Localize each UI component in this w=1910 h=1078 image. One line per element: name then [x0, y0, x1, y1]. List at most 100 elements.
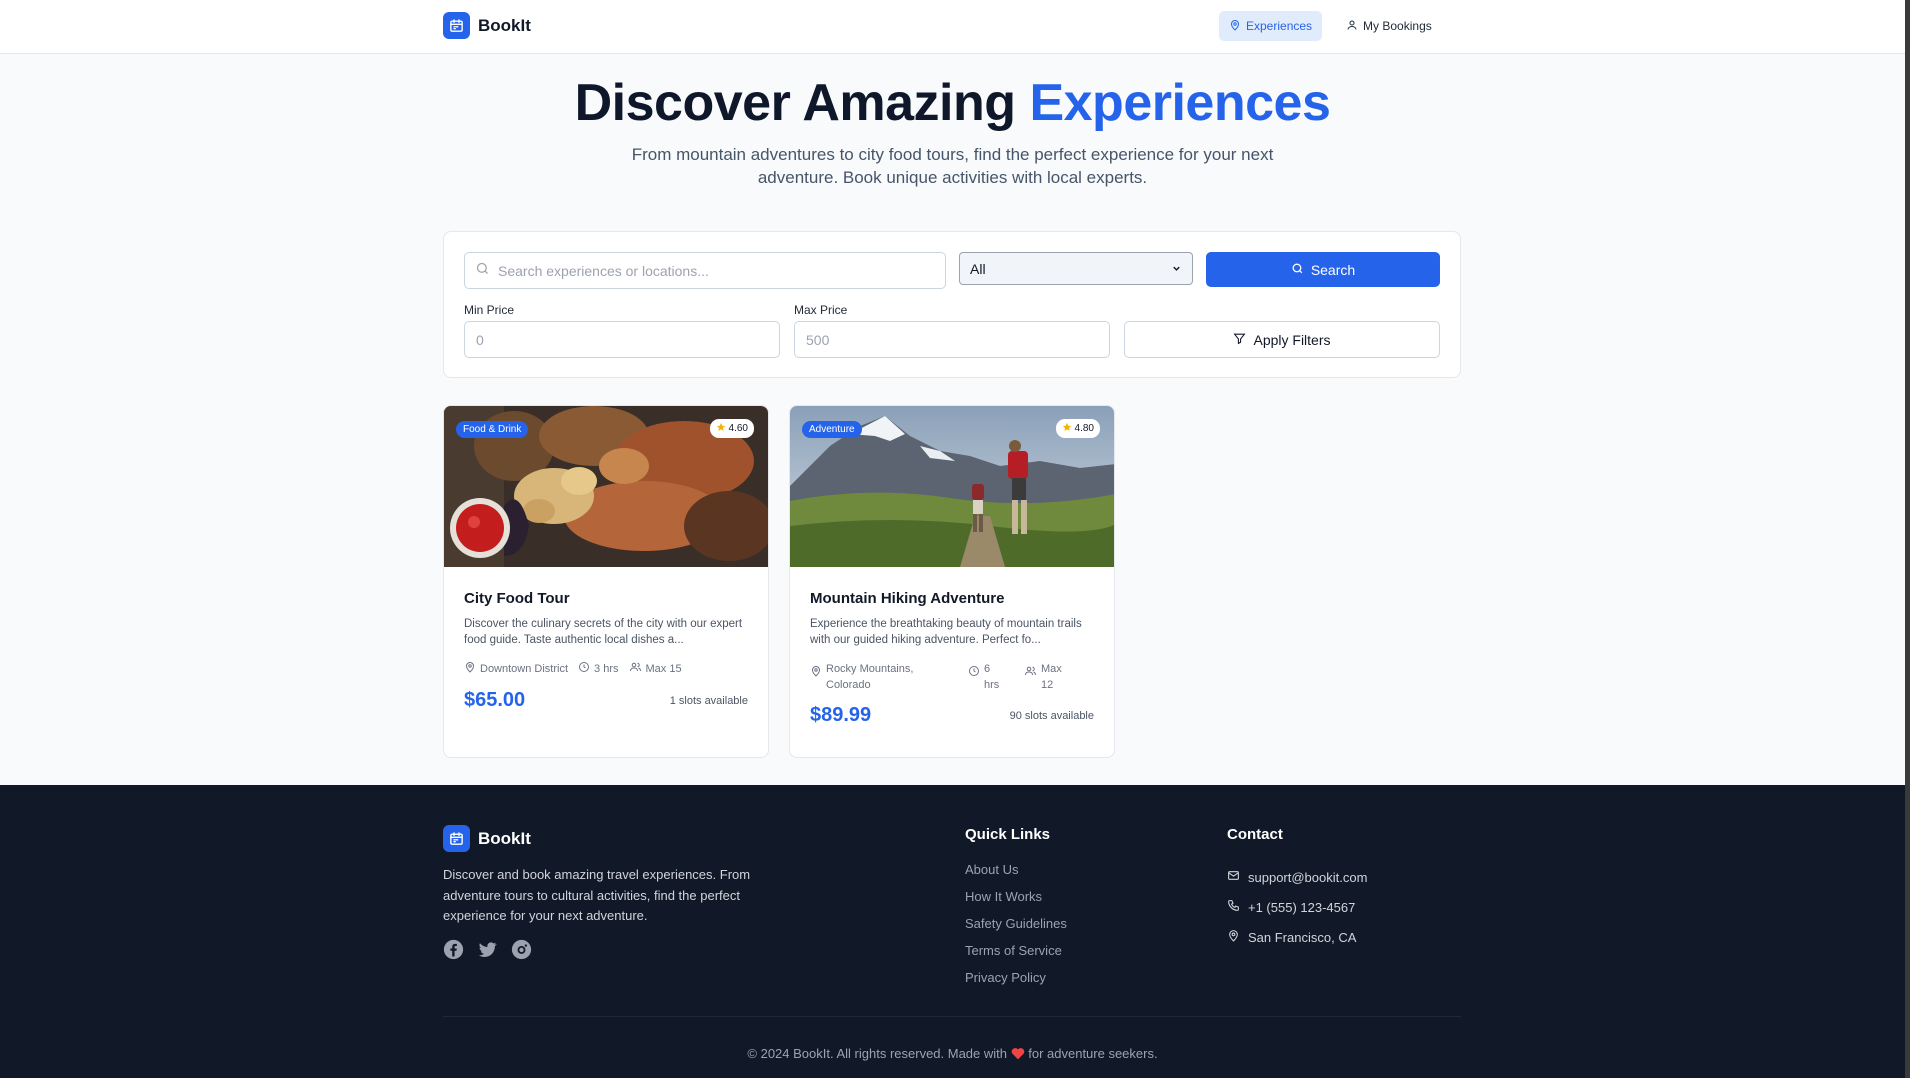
copyright-text-before: © 2024 BookIt. All rights reserved. Made…: [747, 1046, 1011, 1061]
category-select[interactable]: All: [959, 252, 1193, 285]
max-price-label: Max Price: [794, 303, 848, 317]
footer-link-privacy[interactable]: Privacy Policy: [965, 970, 1067, 997]
duration-text: 6 hrs: [984, 663, 1000, 691]
scrollbar[interactable]: [1905, 0, 1910, 1078]
copyright-text-after: for adventure seekers.: [1024, 1046, 1158, 1061]
rating-value: 4.80: [1074, 423, 1094, 434]
apply-filters-button[interactable]: Apply Filters: [1124, 321, 1440, 358]
experience-price: $89.99: [810, 704, 872, 726]
max-price-input[interactable]: 500: [794, 321, 1110, 358]
search-icon: [475, 261, 490, 281]
search-button[interactable]: Search: [1206, 252, 1440, 287]
chevron-down-icon: [1171, 261, 1182, 277]
capacity-meta: Max 15: [629, 661, 682, 678]
duration-meta: 3 hrs: [578, 661, 619, 678]
search-button-label: Search: [1310, 261, 1356, 278]
footer-divider: [443, 1016, 1461, 1017]
star-icon: [716, 422, 726, 435]
footer: BookIt Discover and book amazing travel …: [0, 785, 1905, 1078]
copyright: © 2024 BookIt. All rights reserved. Made…: [0, 1046, 1905, 1063]
nav-experiences-label: Experiences: [1246, 19, 1313, 33]
footer-link-about[interactable]: About Us: [965, 862, 1067, 889]
users-icon: [1024, 665, 1037, 682]
price-row: $65.00 1 slots available: [464, 689, 748, 712]
experience-meta: Downtown District 3 hrs Max 15: [464, 661, 748, 678]
instagram-icon[interactable]: [511, 939, 532, 960]
footer-description: Discover and book amazing travel experie…: [443, 867, 751, 923]
search-field[interactable]: [464, 252, 946, 289]
max-price-placeholder: 500: [806, 331, 830, 348]
experience-price: $65.00: [464, 689, 526, 711]
rating-value: 4.60: [728, 423, 748, 434]
heart-icon: [1011, 1047, 1025, 1063]
social-links: [443, 939, 532, 960]
twitter-icon[interactable]: [477, 939, 498, 960]
experience-image: Food & Drink 4.60: [444, 406, 768, 567]
rating-badge: 4.60: [709, 419, 754, 438]
location-meta: Rocky Mountains, Colorado: [810, 661, 968, 693]
contact-email[interactable]: support@bookit.com: [1227, 862, 1367, 892]
apply-filters-label: Apply Filters: [1253, 331, 1331, 348]
filter-icon: [1233, 332, 1246, 348]
brand-logo[interactable]: BookIt: [443, 12, 531, 39]
facebook-icon[interactable]: [443, 939, 464, 960]
calendar-icon: [443, 825, 470, 852]
location-meta: Downtown District: [464, 661, 568, 678]
map-pin-icon: [1227, 929, 1240, 945]
contact-list: support@bookit.com +1 (555) 123-4567 San…: [1227, 862, 1367, 952]
contact-location-text: San Francisco, CA: [1248, 929, 1357, 945]
min-price-input[interactable]: 0: [464, 321, 780, 358]
contact-location: San Francisco, CA: [1227, 922, 1367, 952]
hero-title: Discover Amazing Experiences: [0, 73, 1905, 133]
min-price-placeholder: 0: [476, 331, 484, 348]
user-icon: [1346, 19, 1358, 34]
quick-links-heading: Quick Links: [965, 826, 1051, 843]
phone-icon: [1227, 899, 1240, 915]
hero-subtitle: From mountain adventures to city food to…: [631, 145, 1274, 187]
duration-meta: 6 hrs: [968, 661, 1024, 693]
experience-image: Adventure 4.80: [790, 406, 1114, 567]
hero-title-main: Discover Amazing: [574, 74, 1030, 132]
experience-card[interactable]: Adventure 4.80 Mountain Hiking Adventure…: [789, 405, 1115, 758]
footer-brand[interactable]: BookIt: [443, 825, 531, 852]
map-pin-icon: [464, 661, 476, 678]
nav-experiences[interactable]: Experiences: [1219, 11, 1323, 41]
users-icon: [629, 661, 642, 678]
rating-badge: 4.80: [1055, 419, 1100, 438]
hero-title-accent: Experiences: [1029, 74, 1331, 132]
clock-icon: [968, 665, 980, 682]
capacity-meta: Max 12: [1024, 661, 1069, 693]
nav-my-bookings-label: My Bookings: [1363, 19, 1432, 33]
footer-link-how-it-works[interactable]: How It Works: [965, 889, 1067, 916]
category-badge: Food & Drink: [456, 421, 529, 438]
experience-title: City Food Tour: [464, 590, 570, 607]
map-pin-icon: [1229, 19, 1241, 34]
search-input[interactable]: [498, 262, 918, 279]
experience-title: Mountain Hiking Adventure: [810, 590, 1005, 607]
min-price-label: Min Price: [464, 303, 515, 317]
main-nav: Experiences My Bookings: [1219, 11, 1442, 41]
duration-text: 3 hrs: [594, 663, 619, 675]
filter-panel: All Search Min Price 0 Max Price 500 App…: [443, 231, 1461, 378]
contact-email-text: support@bookit.com: [1248, 869, 1368, 885]
footer-link-terms[interactable]: Terms of Service: [965, 943, 1067, 970]
nav-my-bookings[interactable]: My Bookings: [1336, 11, 1442, 41]
contact-heading: Contact: [1227, 826, 1283, 843]
experience-card[interactable]: Food & Drink 4.60 City Food Tour Discove…: [443, 405, 769, 758]
search-icon: [1291, 262, 1304, 278]
category-badge: Adventure: [802, 421, 862, 438]
footer-brand-name: BookIt: [478, 828, 531, 848]
location-text: Rocky Mountains, Colorado: [826, 663, 914, 691]
price-row: $89.99 90 slots available: [810, 704, 1094, 727]
brand-name: BookIt: [478, 15, 531, 35]
card-body: City Food Tour Discover the culinary sec…: [444, 590, 768, 712]
experience-description: Experience the breathtaking beauty of mo…: [810, 618, 1082, 646]
slots-available: 90 slots available: [1009, 709, 1094, 722]
experience-description: Discover the culinary secrets of the cit…: [464, 618, 743, 646]
footer-link-safety[interactable]: Safety Guidelines: [965, 916, 1067, 943]
contact-phone[interactable]: +1 (555) 123-4567: [1227, 892, 1367, 922]
map-pin-icon: [810, 665, 822, 682]
slots-available: 1 slots available: [669, 694, 748, 707]
quick-links-list: About Us How It Works Safety Guidelines …: [965, 862, 1067, 997]
location-text: Downtown District: [480, 663, 569, 675]
